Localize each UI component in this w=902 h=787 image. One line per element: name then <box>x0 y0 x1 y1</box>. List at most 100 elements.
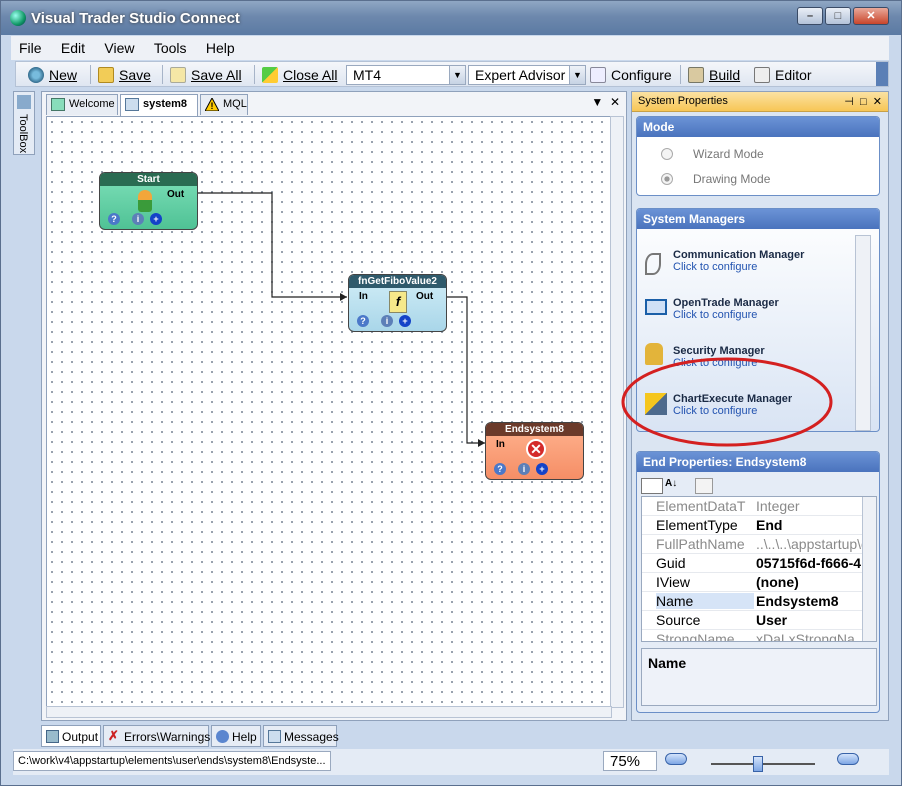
end-properties-title: End Properties: Endsystem8 <box>637 452 879 472</box>
mode-group-title: Mode <box>637 117 879 137</box>
help-icon <box>216 730 229 743</box>
platform-value: MT4 <box>353 67 381 83</box>
function-node-title: fnGetFiboValue2 <box>349 275 446 288</box>
zoom-in-button[interactable] <box>837 753 859 765</box>
zoom-slider-thumb[interactable] <box>753 756 763 772</box>
opentrade-manager-item[interactable]: OpenTrade Manager Click to configure <box>673 297 779 321</box>
zoom-out-button[interactable] <box>665 753 687 765</box>
build-button[interactable]: Build <box>688 66 740 84</box>
chevron-down-icon: ▼ <box>569 66 585 84</box>
help-icon[interactable]: ? <box>357 315 369 327</box>
property-row-selected[interactable]: Name Endsystem8 <box>642 592 864 611</box>
build-label: Build <box>709 67 741 83</box>
user-icon <box>138 190 152 212</box>
save-all-button[interactable]: Save All <box>170 66 242 84</box>
start-node[interactable]: Start Out ? i + <box>99 172 198 230</box>
security-manager-item[interactable]: Security Manager Click to configure <box>673 345 765 369</box>
title-bar: Visual Trader Studio Connect – □ ✕ <box>1 1 901 35</box>
tab-help[interactable]: Help <box>211 725 261 747</box>
add-icon[interactable]: + <box>150 213 162 225</box>
info-icon[interactable]: i <box>518 463 530 475</box>
mode-select[interactable]: Expert Advisor ▼ <box>468 65 586 85</box>
property-grid-scrollbar[interactable] <box>862 497 876 641</box>
managers-scrollbar[interactable] <box>855 235 871 431</box>
zoom-level: 75% <box>603 751 657 771</box>
in-port-label: In <box>359 291 368 302</box>
tab-mql[interactable]: ! MQL <box>200 94 248 115</box>
tab-messages[interactable]: Messages <box>263 725 339 747</box>
property-row[interactable]: Guid 05715f6d-f666-4 <box>642 554 864 573</box>
main-toolbar: New Save Save All Close All MT4 ▼ Expert … <box>15 61 889 87</box>
toolbar-overflow-button[interactable] <box>876 62 888 86</box>
help-icon[interactable]: ? <box>494 463 506 475</box>
close-icon[interactable]: ✕ <box>610 95 620 109</box>
function-node[interactable]: fnGetFiboValue2 In Out f ? i + <box>348 274 447 332</box>
save-label: Save <box>119 67 151 83</box>
tab-system8[interactable]: system8 <box>120 94 198 116</box>
categorized-icon[interactable] <box>641 478 663 494</box>
help-icon[interactable]: ? <box>108 213 120 225</box>
maximize-button[interactable]: □ <box>825 7 851 25</box>
property-row[interactable]: StrongName xDaLxStrongNa <box>642 630 864 641</box>
property-row[interactable]: FullPathName ..\..\..\appstartup\e <box>642 535 864 554</box>
end-node[interactable]: Endsystem8 In ✕ ? i + <box>485 422 584 480</box>
property-row[interactable]: ElementType End <box>642 516 864 535</box>
new-button[interactable]: New <box>28 66 77 84</box>
canvas-vertical-scrollbar[interactable] <box>610 116 624 708</box>
menu-file[interactable]: File <box>11 36 50 60</box>
out-port-label: Out <box>416 291 434 302</box>
canvas-horizontal-scrollbar[interactable] <box>46 706 612 718</box>
platform-select[interactable]: MT4 ▼ <box>346 65 466 85</box>
communication-manager-item[interactable]: Communication Manager Click to configure <box>673 249 804 273</box>
start-node-title: Start <box>100 173 197 186</box>
tab-welcome[interactable]: Welcome <box>46 94 118 115</box>
add-icon[interactable]: + <box>536 463 548 475</box>
menu-tools[interactable]: Tools <box>146 36 195 60</box>
toolbox-panel-tab[interactable]: ToolBox <box>13 91 35 155</box>
editor-button[interactable]: Editor <box>754 66 812 84</box>
property-row[interactable]: Source User <box>642 611 864 630</box>
configure-button[interactable]: Configure <box>590 66 672 84</box>
system-properties-header: System Properties ⊣ □ ✕ <box>632 92 888 112</box>
save-all-icon <box>170 67 186 83</box>
lock-icon <box>645 343 663 365</box>
property-row[interactable]: ElementDataT Integer <box>642 497 864 516</box>
editor-label: Editor <box>775 67 812 83</box>
menu-edit[interactable]: Edit <box>53 36 93 60</box>
chevron-down-icon[interactable]: ▼ <box>591 95 603 109</box>
tab-errors-warnings[interactable]: ✗ Errors\Warnings <box>103 725 210 747</box>
sort-alpha-icon[interactable]: A↓ <box>665 478 683 494</box>
property-pages-icon[interactable] <box>695 478 713 494</box>
zoom-slider-track[interactable] <box>711 763 815 765</box>
pin-icon[interactable]: ⊣ <box>844 96 854 108</box>
close-icon[interactable]: ✕ <box>873 96 882 108</box>
minimize-button[interactable]: – <box>797 7 823 25</box>
menu-view[interactable]: View <box>96 36 142 60</box>
wizard-mode-radio[interactable]: Wizard Mode <box>661 147 764 161</box>
error-icon: ✗ <box>108 728 119 743</box>
add-icon[interactable]: + <box>399 315 411 327</box>
design-canvas[interactable]: Start Out ? i + fnGetFiboValue2 In Out f… <box>46 116 612 708</box>
configure-label: Configure <box>611 67 672 83</box>
system-properties-pane: System Properties ⊣ □ ✕ Mode Wizard Mode… <box>631 91 889 721</box>
tab-output[interactable]: Output <box>41 725 101 747</box>
close-button[interactable]: ✕ <box>853 7 889 25</box>
chartexecute-manager-item[interactable]: ChartExecute Manager Click to configure <box>673 393 792 417</box>
opentrade-icon <box>645 299 667 315</box>
save-button[interactable]: Save <box>98 66 151 84</box>
function-icon: f <box>389 291 407 313</box>
out-port-label: Out <box>167 189 185 200</box>
info-icon[interactable]: i <box>381 315 393 327</box>
drawing-mode-radio[interactable]: Drawing Mode <box>661 172 770 186</box>
toolbox-icon <box>17 95 31 109</box>
close-all-button[interactable]: Close All <box>262 66 337 84</box>
maximize-icon[interactable]: □ <box>860 96 867 108</box>
window-title: Visual Trader Studio Connect <box>31 10 240 27</box>
messages-icon <box>268 730 281 743</box>
warning-icon: ! <box>204 96 220 112</box>
document-area: Welcome system8 ! MQL ▼ ✕ Start Out ? i +… <box>41 91 627 721</box>
menu-help[interactable]: Help <box>198 36 243 60</box>
chevron-down-icon: ▼ <box>449 66 465 84</box>
property-row[interactable]: IView (none) <box>642 573 864 592</box>
info-icon[interactable]: i <box>132 213 144 225</box>
